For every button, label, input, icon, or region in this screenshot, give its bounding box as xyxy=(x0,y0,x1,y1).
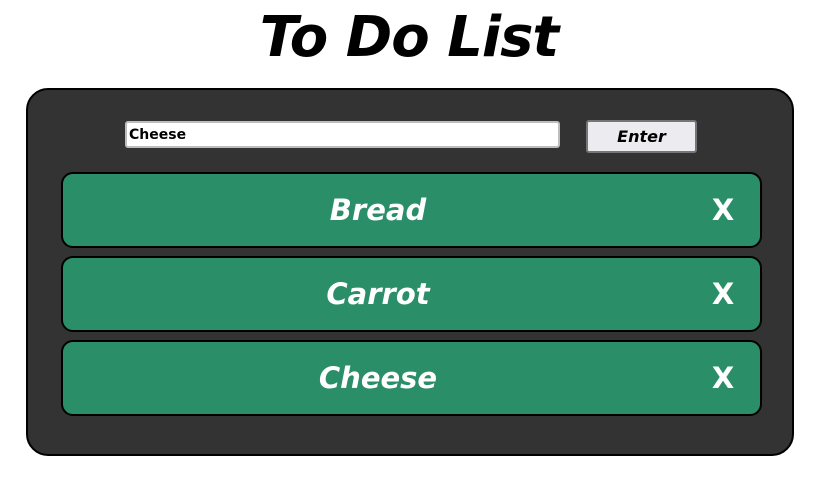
todo-item-label: Cheese xyxy=(318,361,438,395)
todo-item: Bread X xyxy=(61,172,762,248)
todo-item-label: Carrot xyxy=(326,277,430,311)
todo-item-label: Bread xyxy=(329,193,427,227)
enter-button[interactable]: Enter xyxy=(586,120,697,153)
todo-item: Cheese X xyxy=(61,340,762,416)
todo-panel: Enter Bread X Carrot X Cheese X xyxy=(26,88,794,456)
todo-input[interactable] xyxy=(125,121,560,148)
delete-item-button[interactable]: X xyxy=(703,342,743,414)
todo-item: Carrot X xyxy=(61,256,762,332)
delete-item-button[interactable]: X xyxy=(703,258,743,330)
delete-item-button[interactable]: X xyxy=(703,174,743,246)
page-title: To Do List xyxy=(259,5,559,70)
